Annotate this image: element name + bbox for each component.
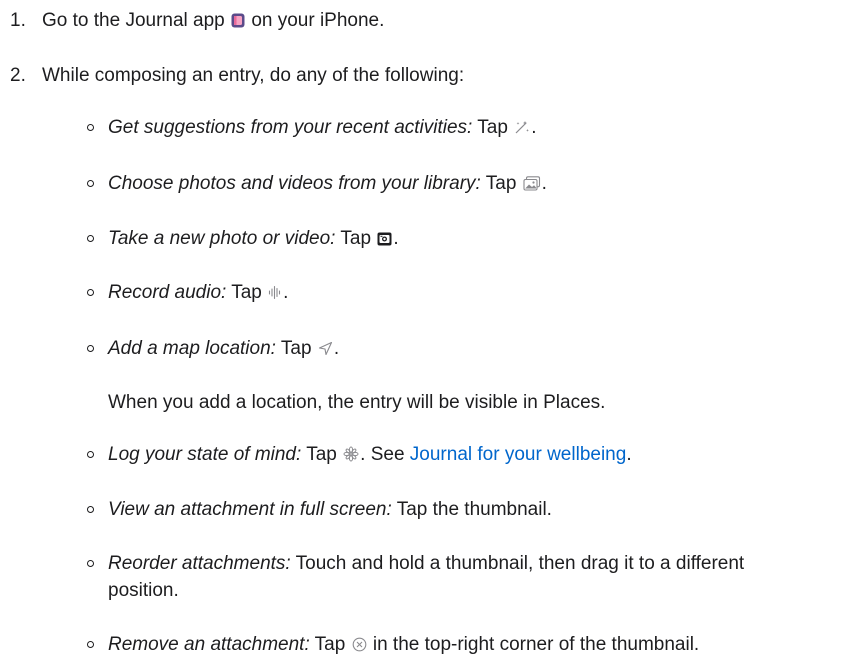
bullet-tap: Tap (340, 228, 372, 249)
bullet-end: in the top-right corner of the thumbnail… (372, 634, 700, 655)
bullet-marker (87, 124, 94, 131)
bullet-tap: Tap (485, 173, 517, 194)
bullet-term: Take a new photo or video: (108, 228, 336, 249)
bullet-tap: Tap (477, 117, 508, 138)
bullet-tap: Tap (306, 444, 337, 465)
list-item: Choose photos and videos from your libra… (84, 170, 854, 199)
bullet-term: Reorder attachments: (108, 553, 291, 574)
bullet-term: Remove an attachment: (108, 634, 310, 655)
location-note: When you add a location, the entry will … (108, 392, 606, 413)
bullet-marker (87, 560, 94, 567)
journal-app-icon (231, 9, 245, 36)
bullet-marker (87, 180, 94, 187)
wellbeing-link[interactable]: Journal for your wellbeing (410, 444, 627, 465)
step-number: 2. (10, 65, 26, 86)
step-text: Go to the Journal app (42, 10, 225, 31)
bullet-term: Add a map location: (108, 338, 276, 359)
step-text: While composing an entry, do any of the … (42, 65, 465, 86)
bullet-term: View an attachment in full screen: (108, 499, 392, 520)
list-item: Add a map location: Tap . (84, 335, 854, 364)
bullet-end: . (531, 117, 537, 138)
bullet-marker (87, 345, 94, 352)
waveform-icon (268, 281, 282, 308)
list-item: Log your state of mind: Tap . See Journa… (84, 441, 854, 470)
list-item: View an attachment in full screen: Tap t… (84, 496, 854, 523)
bullet-term: Choose photos and videos from your libra… (108, 173, 481, 194)
bullet-tap: Tap (231, 282, 262, 303)
bullet-end: . (626, 444, 632, 465)
camera-icon (377, 227, 392, 254)
step-1: 1. Go to the Journal app on your iPhone. (10, 7, 850, 36)
bullet-text: Tap the thumbnail. (396, 499, 552, 520)
photo-library-icon (523, 172, 541, 199)
bullet-end: . (393, 228, 399, 249)
bullet-term: Get suggestions from your recent activit… (108, 117, 473, 138)
bullet-end: . (333, 338, 340, 359)
bullet-marker (87, 235, 94, 242)
state-of-mind-icon (343, 443, 359, 470)
list-item: Reorder attachments: Touch and hold a th… (84, 550, 804, 604)
bullet-term: Log your state of mind: (108, 444, 302, 465)
location-arrow-icon (318, 337, 333, 364)
bullet-marker (87, 506, 94, 513)
magic-wand-icon (514, 116, 530, 143)
step-2: 2. While composing an entry, do any of th… (10, 62, 850, 89)
bullet-marker (87, 289, 94, 296)
list-item: Get suggestions from your recent activit… (84, 114, 854, 143)
bullet-term: Record audio: (108, 282, 227, 303)
step-number: 1. (10, 10, 26, 31)
step-text-end: on your iPhone. (251, 10, 385, 31)
bullet-marker (87, 451, 94, 458)
bullet-tap: Tap (280, 338, 312, 359)
list-item: Remove an attachment: Tap in the top-rig… (84, 631, 854, 660)
list-item: Take a new photo or video: Tap . (84, 225, 854, 254)
bullet-end: . (283, 282, 289, 303)
remove-circle-icon (352, 633, 367, 660)
list-item: Record audio: Tap . (84, 279, 854, 308)
bullet-end: . (541, 173, 547, 194)
bullet-marker (87, 641, 94, 648)
bullet-mid: . See (360, 444, 405, 465)
bullet-tap: Tap (314, 634, 346, 655)
